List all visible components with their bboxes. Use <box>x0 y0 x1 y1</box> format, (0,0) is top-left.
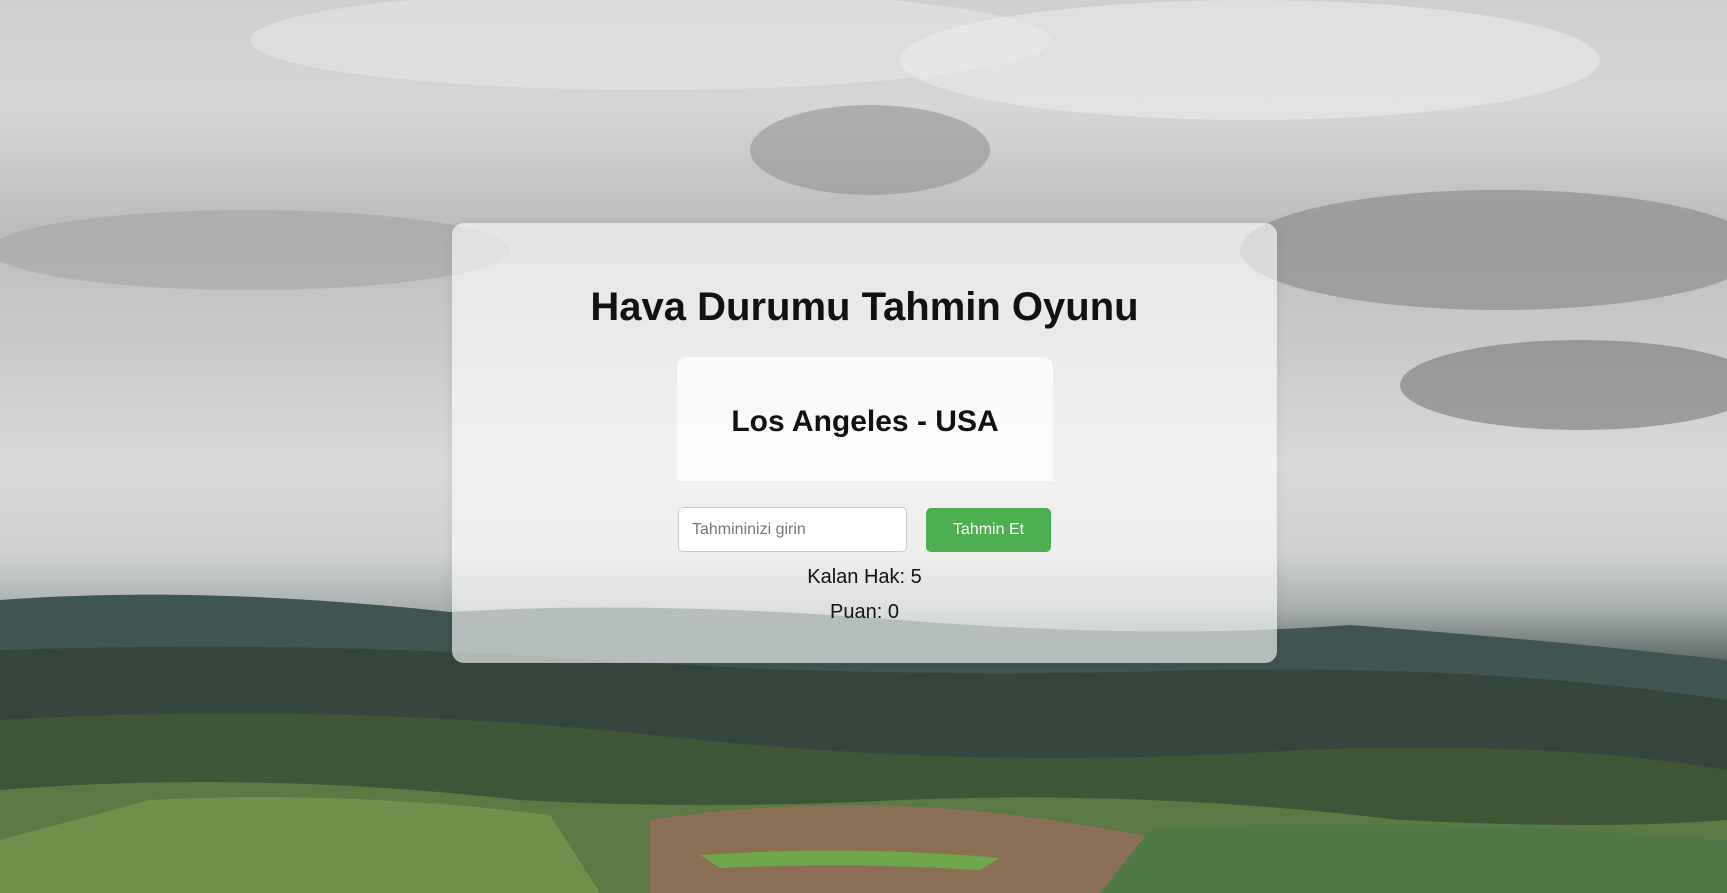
game-card: Hava Durumu Tahmin Oyunu Los Angeles - U… <box>452 223 1277 663</box>
score: Puan: 0 <box>830 601 899 623</box>
city-name: Los Angeles - USA <box>731 405 999 438</box>
page-title: Hava Durumu Tahmin Oyunu <box>590 285 1139 329</box>
guess-button[interactable]: Tahmin Et <box>926 508 1051 552</box>
guess-input[interactable] <box>678 507 907 552</box>
city-panel: Los Angeles - USA <box>677 357 1053 481</box>
remaining-attempts: Kalan Hak: 5 <box>807 566 922 588</box>
